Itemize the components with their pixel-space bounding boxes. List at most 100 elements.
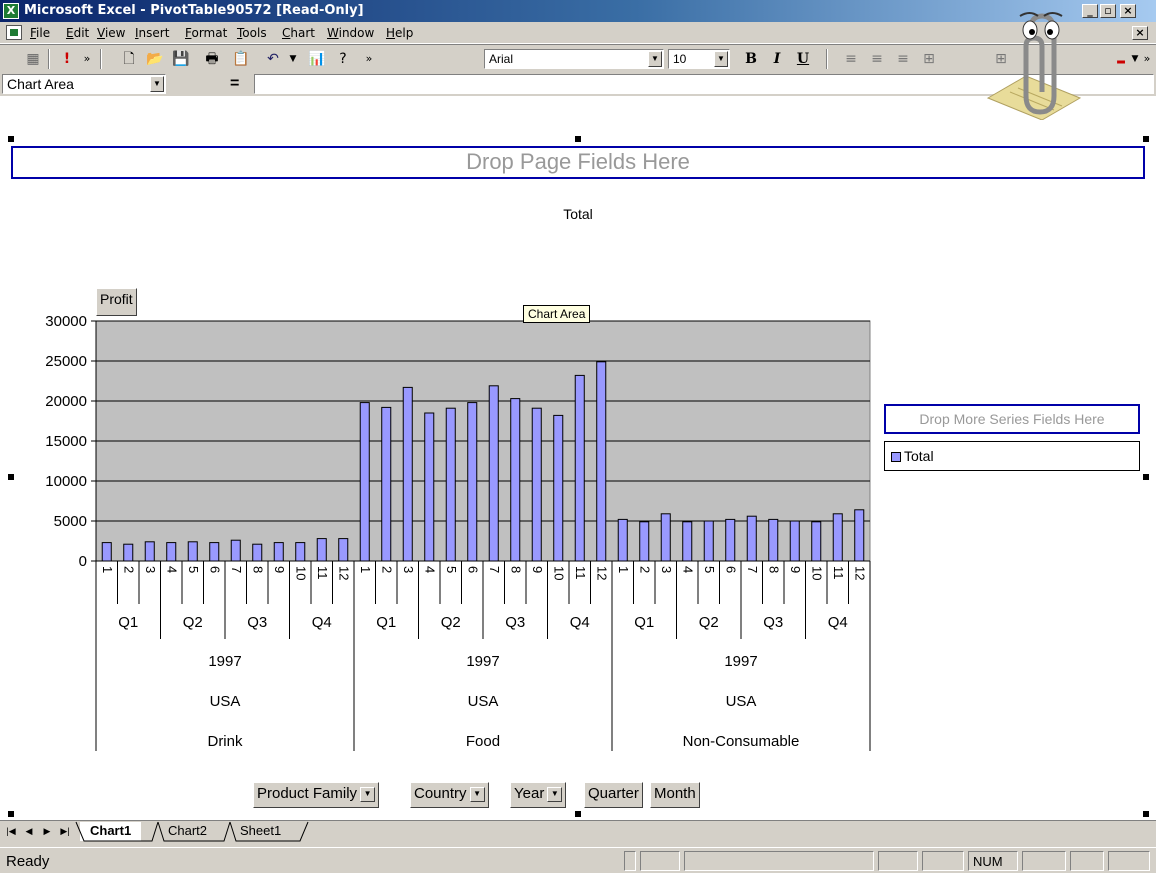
menu-help[interactable]: Help	[386, 26, 413, 40]
font-size-select[interactable]: 10 ▼	[668, 49, 730, 69]
name-box-value: Chart Area	[7, 76, 74, 92]
year-label: 1997	[208, 653, 241, 670]
bar	[596, 361, 607, 562]
chart-area[interactable]: Drop Page Fields Here Total Profit 0 5000…	[0, 96, 1156, 820]
legend[interactable]: Total	[884, 441, 1140, 471]
chevron-down-icon[interactable]: ▼	[150, 76, 164, 92]
menu-format[interactable]: Format	[185, 26, 227, 40]
country-label: Country	[414, 785, 467, 802]
chevron-down-icon[interactable]: ▼	[648, 51, 662, 67]
italic-button[interactable]: I	[766, 48, 788, 70]
month-label: 1	[616, 566, 631, 573]
align-left-icon[interactable]: ≡	[840, 48, 862, 70]
legend-label-total: Total	[904, 448, 934, 464]
month-label: 11	[315, 566, 330, 580]
chart-area-tooltip: Chart Area	[523, 305, 591, 323]
menu-window[interactable]: Window	[327, 26, 374, 40]
selection-handle[interactable]	[1143, 811, 1149, 817]
quarter-label: Q4	[570, 614, 590, 631]
bold-button[interactable]: B	[740, 48, 762, 70]
refresh-data-icon[interactable]: !	[56, 48, 78, 70]
chevron-down-icon[interactable]: ▼	[547, 786, 563, 802]
bar	[316, 538, 327, 562]
country-field-button[interactable]: Country ▼	[410, 782, 489, 808]
quarter-label: Q3	[763, 614, 783, 631]
workbook-close-button[interactable]: ×	[1132, 26, 1148, 40]
chevron-down-icon[interactable]: ▼	[360, 786, 376, 802]
undo-dropdown-icon[interactable]: ▼	[282, 48, 304, 70]
office-assistant-icon[interactable]	[980, 2, 1084, 120]
selection-handle[interactable]	[8, 811, 14, 817]
country-label: USA	[210, 693, 241, 710]
print-icon[interactable]: 🖶	[201, 48, 223, 70]
bar	[553, 414, 564, 562]
menu-file[interactable]: File	[30, 26, 50, 40]
open-icon[interactable]: 📂	[144, 48, 166, 70]
paste-icon[interactable]: 📋	[230, 48, 252, 70]
bar	[338, 538, 349, 562]
workbook-icon[interactable]	[6, 25, 22, 40]
bar	[123, 543, 134, 562]
bar	[467, 402, 478, 562]
sheet-tabs-bar: |◀ ◀ ▶ ▶| Chart1 Chart2 Sheet1	[0, 820, 1156, 842]
year-label: Year	[514, 785, 545, 802]
restore-button[interactable]: ▫	[1100, 4, 1116, 18]
bar	[209, 542, 220, 562]
menu-chart[interactable]: Chart	[282, 26, 315, 40]
toolbar-overflow-icon[interactable]: »	[76, 48, 98, 70]
status-bar: Ready NUM	[0, 847, 1156, 873]
selection-handle[interactable]	[575, 811, 581, 817]
align-center-icon[interactable]: ≡	[866, 48, 888, 70]
toolbar-overflow-icon[interactable]: »	[358, 48, 380, 70]
chevron-down-icon[interactable]: ▼	[469, 786, 485, 802]
bar	[854, 509, 865, 562]
close-button[interactable]: ×	[1120, 4, 1136, 18]
month-label: 2	[379, 566, 394, 573]
month-label: 1	[100, 566, 115, 573]
series-fields-drop-zone[interactable]: Drop More Series Fields Here	[884, 404, 1140, 434]
quarter-field-button[interactable]: Quarter	[584, 782, 643, 808]
save-icon[interactable]: 💾	[170, 48, 192, 70]
help-icon[interactable]: ?	[332, 48, 354, 70]
font-name-select[interactable]: Arial ▼	[484, 49, 664, 69]
minimize-button[interactable]: _	[1082, 4, 1098, 18]
bar	[402, 386, 413, 562]
toolbar-overflow-icon[interactable]: »	[1136, 48, 1156, 70]
bar	[660, 513, 671, 562]
status-cell	[1108, 851, 1150, 871]
year-label: 1997	[724, 653, 757, 670]
excel-icon[interactable]: X	[3, 3, 19, 19]
month-label: 6	[465, 566, 480, 573]
month-label: 5	[444, 566, 459, 573]
bar	[574, 374, 585, 562]
month-label: 10	[551, 566, 566, 580]
menu-view[interactable]: View	[97, 26, 125, 40]
align-right-icon[interactable]: ≡	[892, 48, 914, 70]
menu-insert[interactable]: Insert	[135, 26, 169, 40]
quarter-label: Q3	[247, 614, 267, 631]
month-label: 4	[164, 566, 179, 573]
pivot-table-icon[interactable]: ▦	[22, 48, 44, 70]
chart-wizard-icon[interactable]: 📊	[306, 48, 328, 70]
family-label: Drink	[207, 733, 243, 750]
chart-plot[interactable]: 0500010000150002000025000300001 2 3 4 5 6 7 8 9 1…	[0, 96, 1156, 776]
chevron-down-icon[interactable]: ▼	[714, 51, 728, 67]
merge-center-icon[interactable]: ⊞	[918, 48, 940, 70]
underline-button[interactable]: U	[792, 48, 814, 70]
month-label: 11	[573, 566, 588, 580]
quarter-label: Q2	[183, 614, 203, 631]
legend-key-total	[891, 452, 901, 462]
month-label: 9	[272, 566, 287, 573]
month-field-button[interactable]: Month	[650, 782, 700, 808]
menu-edit[interactable]: Edit	[66, 26, 89, 40]
undo-icon[interactable]: ↶	[262, 48, 284, 70]
year-field-button[interactable]: Year ▼	[510, 782, 567, 808]
new-icon[interactable]: 🗋	[118, 48, 140, 70]
status-cell	[922, 851, 964, 871]
month-label: 12	[852, 566, 867, 580]
name-box[interactable]: Chart Area ▼	[2, 74, 166, 94]
menu-tools[interactable]: Tools	[237, 26, 267, 40]
product-family-field-button[interactable]: Product Family ▼	[253, 782, 380, 808]
status-cell	[1022, 851, 1066, 871]
equals-icon[interactable]: =	[230, 75, 239, 93]
